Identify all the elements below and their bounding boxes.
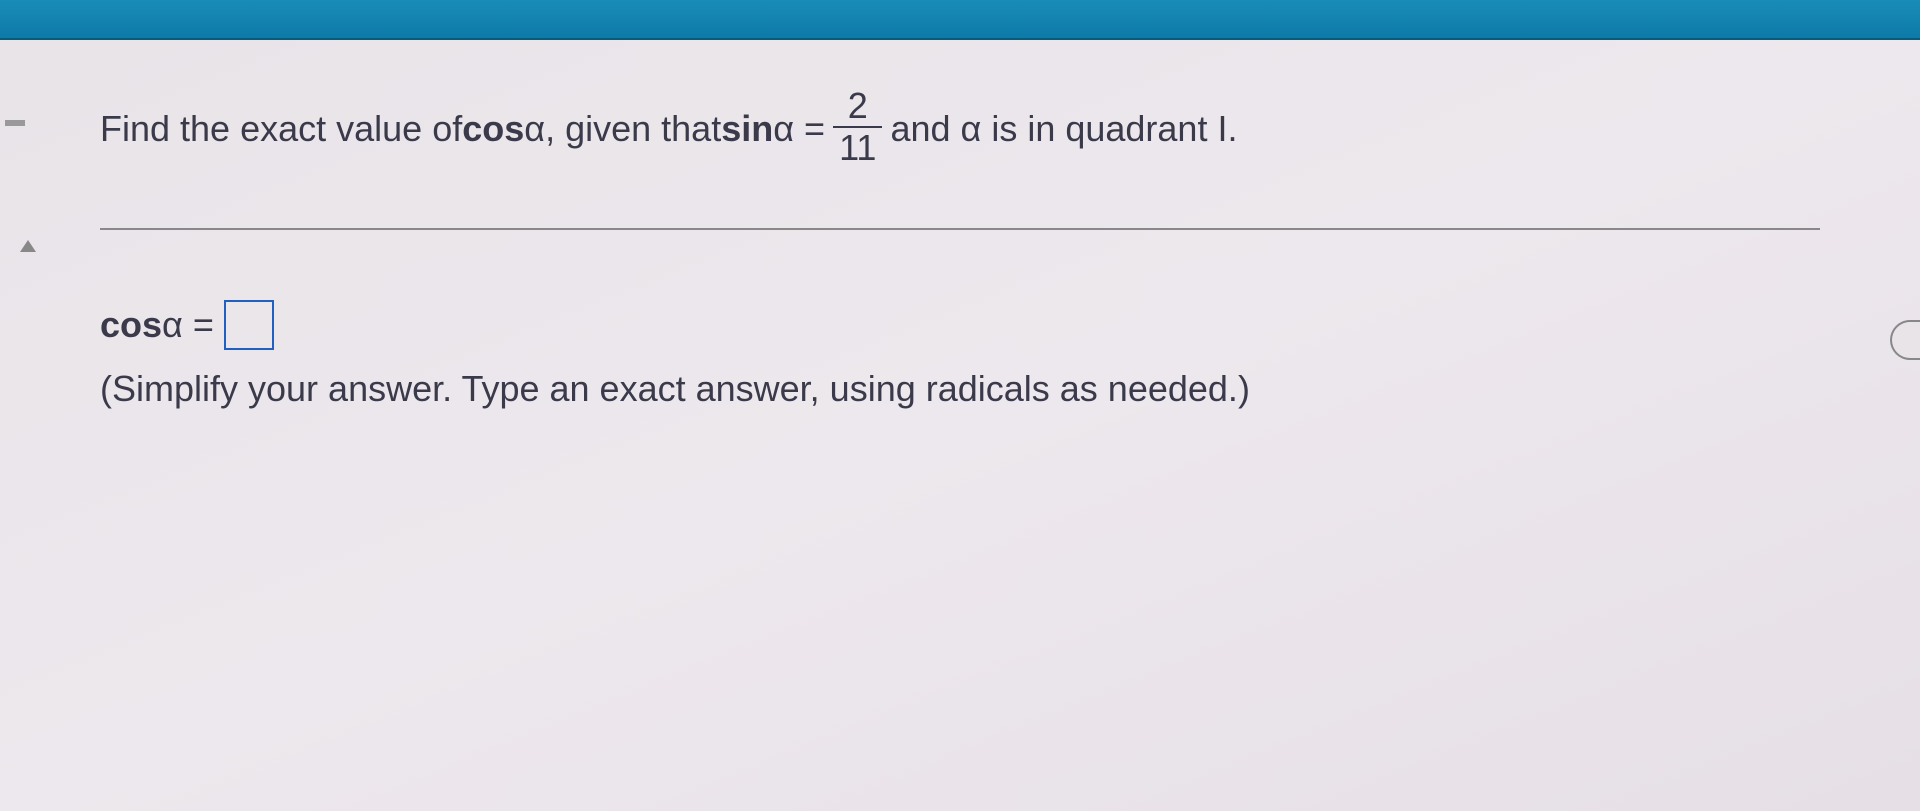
question-part2: and α is in quadrant I. bbox=[890, 100, 1237, 158]
question-part1: Find the exact value of bbox=[100, 100, 462, 158]
fraction-denominator: 11 bbox=[833, 130, 882, 166]
answer-area: cos α = (Simplify your answer. Type an e… bbox=[100, 300, 1820, 418]
scroll-up-icon[interactable] bbox=[20, 240, 36, 252]
content-area: Find the exact value of cos α, given tha… bbox=[0, 40, 1920, 811]
left-indicator bbox=[5, 120, 25, 126]
question-text: Find the exact value of cos α, given tha… bbox=[100, 90, 1820, 168]
right-badge[interactable] bbox=[1890, 320, 1920, 360]
instruction-text: (Simplify your answer. Type an exact ans… bbox=[100, 360, 1820, 418]
question-alpha1: α, given that bbox=[524, 100, 721, 158]
divider bbox=[100, 228, 1820, 230]
answer-row: cos α = bbox=[100, 300, 1820, 350]
fraction: 2 11 bbox=[833, 88, 882, 166]
answer-input[interactable] bbox=[224, 300, 274, 350]
answer-alpha-eq: α = bbox=[162, 304, 214, 346]
sin-label: sin bbox=[721, 100, 773, 158]
question-alpha2: α = bbox=[773, 100, 825, 158]
fraction-numerator: 2 bbox=[842, 88, 874, 124]
header-bar bbox=[0, 0, 1920, 40]
cos-label: cos bbox=[462, 100, 524, 158]
answer-cos-label: cos bbox=[100, 304, 162, 346]
